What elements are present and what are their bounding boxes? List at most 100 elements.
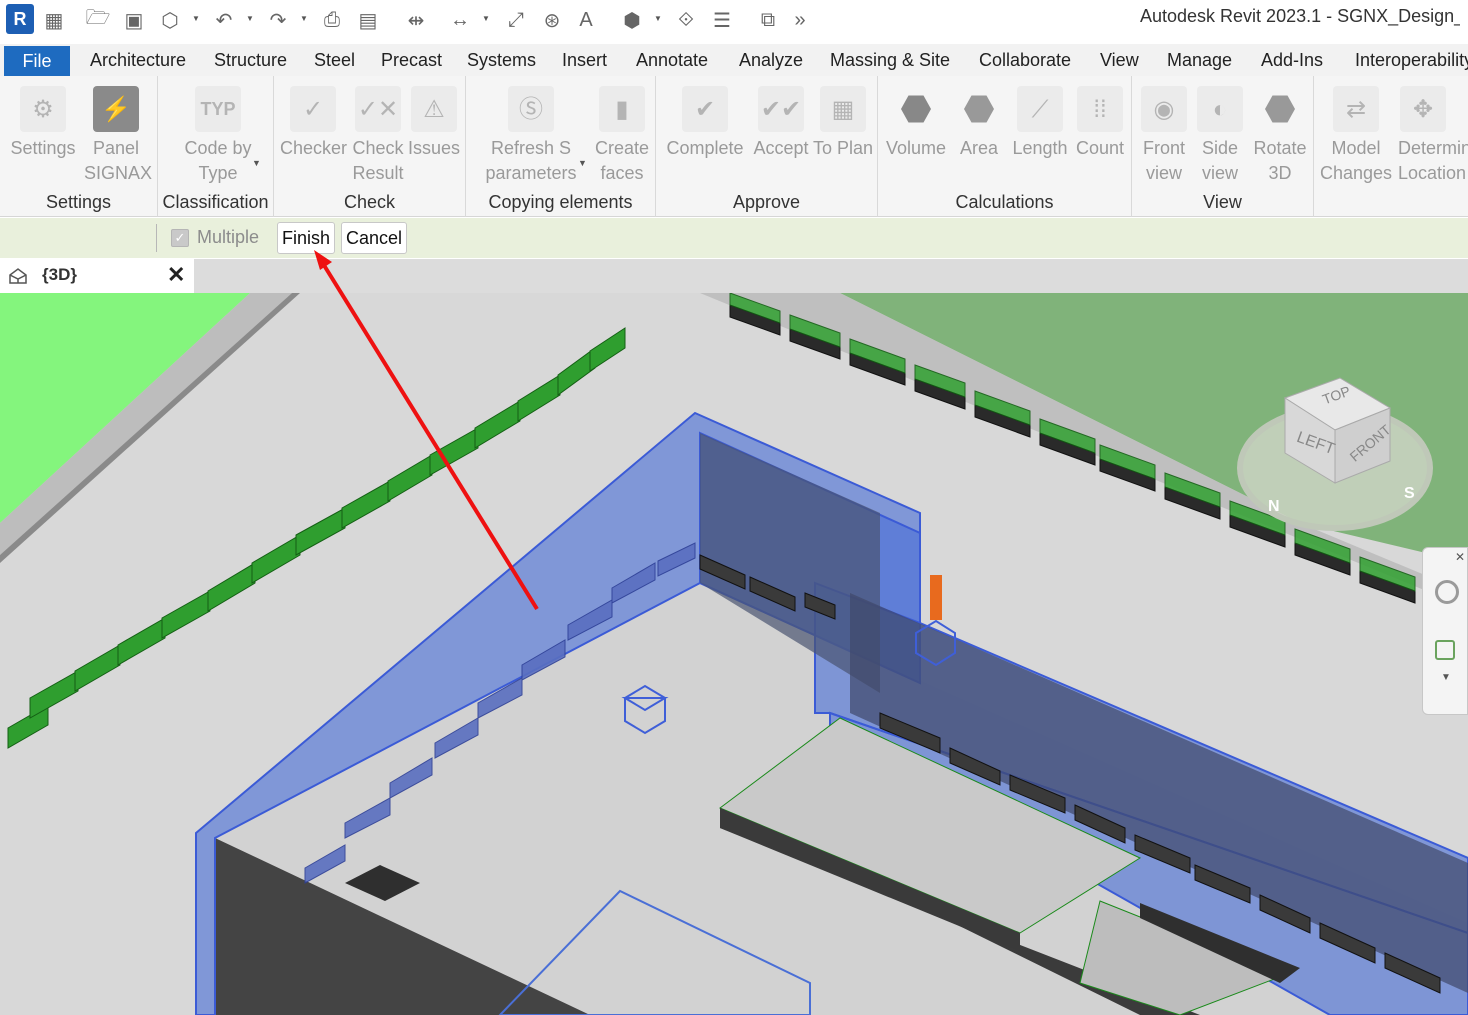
tab-annotate[interactable]: Annotate xyxy=(636,44,708,76)
cancel-button[interactable]: Cancel xyxy=(341,222,408,254)
tag-icon[interactable]: ⊛ xyxy=(540,8,564,32)
code-by-type-label-1: Code by xyxy=(184,138,252,158)
3d-house-icon xyxy=(9,268,27,284)
view-tab-label: {3D} xyxy=(42,265,77,284)
front-view-button[interactable]: ◉ Front view xyxy=(1140,86,1188,186)
tab-manage[interactable]: Manage xyxy=(1167,44,1232,76)
chevron-down-icon[interactable]: ▼ xyxy=(246,14,254,24)
print-icon[interactable]: ⎙ xyxy=(320,8,344,32)
multiple-checkbox[interactable]: ✓ xyxy=(171,229,189,247)
chevron-down-icon[interactable]: ▼ xyxy=(578,158,587,168)
panel-signax-button[interactable]: ⚡ Panel SIGNAX xyxy=(84,86,153,186)
determine-location-button[interactable]: ✥ Determin Location xyxy=(1398,86,1468,186)
tab-insert[interactable]: Insert xyxy=(562,44,607,76)
create-faces-button[interactable]: ▮ Create faces xyxy=(592,86,652,186)
aligned-dimension-icon[interactable]: ⤢ xyxy=(504,8,528,32)
volume-label: Volume xyxy=(885,138,947,158)
model-changes-label-2: Changes xyxy=(1320,163,1393,183)
panel-signax-label-1: Panel xyxy=(92,138,140,158)
sync-icon[interactable]: ⬡ xyxy=(158,8,182,32)
redo-icon[interactable]: ↷ xyxy=(266,8,290,32)
tab-view[interactable]: View xyxy=(1100,44,1139,76)
accept-button[interactable]: ✔✔ Accept xyxy=(748,86,814,161)
divider xyxy=(156,224,157,252)
chevron-down-icon[interactable]: ▼ xyxy=(1441,672,1451,683)
view-tab-3d[interactable]: {3D} ✕ xyxy=(0,259,194,293)
3d-model-scene[interactable] xyxy=(0,293,1468,1015)
3d-viewport[interactable]: TOP LEFT FRONT N S ✕ ▼ xyxy=(0,293,1468,1015)
calendar-icon: ▦ xyxy=(820,86,866,132)
panel-signax-label-2: SIGNAX xyxy=(84,163,153,183)
compass-n-label[interactable]: N xyxy=(1268,498,1280,516)
issues-button[interactable]: ⚠ Issues xyxy=(408,86,460,161)
options-bar: ✓ Multiple Finish Cancel xyxy=(0,218,1468,258)
view-panel-title: View xyxy=(1203,192,1242,212)
measure-icon[interactable]: ⇹ xyxy=(404,8,428,32)
chevron-down-icon[interactable]: ▼ xyxy=(252,158,261,168)
code-by-type-label-2: Type xyxy=(198,163,238,183)
checker-button[interactable]: ✓ Checker xyxy=(280,86,347,161)
model-changes-button[interactable]: ⇄ Model Changes xyxy=(1320,86,1392,186)
side-view-label-1: Side xyxy=(1201,138,1239,158)
side-view-button[interactable]: ◐ Side view xyxy=(1196,86,1244,186)
open-icon[interactable]: 🗁 xyxy=(86,7,111,32)
area-button[interactable]: Area xyxy=(954,86,1004,161)
navigation-bar: ✕ ▼ xyxy=(1422,547,1468,715)
text-icon[interactable]: A xyxy=(574,8,598,32)
undo-icon[interactable]: ↶ xyxy=(212,8,236,32)
view-tab-bar: {3D} ✕ xyxy=(0,259,1468,293)
check-result-button[interactable]: ✓✕ Check Result xyxy=(350,86,406,186)
complete-button[interactable]: ✔ Complete xyxy=(662,86,748,161)
compass-s-label[interactable]: S xyxy=(1404,485,1415,503)
tab-steel[interactable]: Steel xyxy=(314,44,355,76)
create-faces-label-2: faces xyxy=(600,163,644,183)
dimension-icon[interactable]: ↔ xyxy=(448,8,472,32)
overflow-icon[interactable]: » xyxy=(788,8,812,32)
steering-wheel-icon[interactable] xyxy=(1435,580,1459,604)
close-icon[interactable]: ✕ xyxy=(167,262,185,288)
chevron-down-icon[interactable]: ▼ xyxy=(300,14,308,24)
home-icon[interactable]: ▦ xyxy=(42,8,66,32)
chevron-down-icon[interactable]: ▼ xyxy=(482,14,490,24)
length-label: Length xyxy=(1012,138,1068,158)
to-plan-button[interactable]: ▦ To Plan xyxy=(812,86,874,161)
tab-precast[interactable]: Precast xyxy=(381,44,442,76)
thin-lines-icon[interactable]: ☰ xyxy=(710,8,734,32)
tab-systems[interactable]: Systems xyxy=(467,44,536,76)
tab-massing-site[interactable]: Massing & Site xyxy=(830,44,950,76)
switch-windows-icon[interactable]: ⧉ xyxy=(756,8,780,32)
tab-collaborate[interactable]: Collaborate xyxy=(979,44,1071,76)
length-button[interactable]: ⟋ Length xyxy=(1010,86,1070,161)
tab-structure[interactable]: Structure xyxy=(214,44,287,76)
close-icon[interactable]: ✕ xyxy=(1455,550,1465,564)
tab-file[interactable]: File xyxy=(4,46,70,76)
finish-button[interactable]: Finish xyxy=(277,222,336,254)
zoom-icon[interactable] xyxy=(1435,640,1455,660)
tab-architecture[interactable]: Architecture xyxy=(90,44,186,76)
multiple-label: Multiple xyxy=(197,227,260,247)
approve-panel: ✔ Complete ✔✔ Accept ▦ To Plan Approve xyxy=(656,76,878,217)
rotate-3d-button[interactable]: Rotate 3D xyxy=(1252,86,1308,186)
save-icon[interactable]: ▣ xyxy=(122,8,146,32)
refresh-label-1: Refresh S xyxy=(490,138,572,158)
3d-view-icon[interactable]: ⬢ xyxy=(620,8,644,32)
section-icon[interactable]: ⟐ xyxy=(674,8,698,32)
count-button[interactable]: ⁞⁞ Count xyxy=(1074,86,1126,161)
chevron-down-icon[interactable]: ▼ xyxy=(192,14,200,24)
refresh-parameters-button[interactable]: Ⓢ Refresh S parameters xyxy=(484,86,578,186)
side-view-icon: ◐ xyxy=(1197,86,1243,132)
chevron-down-icon[interactable]: ▼ xyxy=(654,14,662,24)
complete-label: Complete xyxy=(666,138,744,158)
tab-interoperability[interactable]: Interoperability xyxy=(1355,44,1468,76)
refresh-s-icon: Ⓢ xyxy=(508,86,554,132)
revit-logo-icon[interactable]: R xyxy=(6,4,34,34)
tab-analyze[interactable]: Analyze xyxy=(739,44,803,76)
area-icon xyxy=(956,86,1002,132)
volume-button[interactable]: Volume xyxy=(884,86,948,161)
tab-add-ins[interactable]: Add-Ins xyxy=(1261,44,1323,76)
code-by-type-button[interactable]: TYP Code by Type xyxy=(178,86,258,186)
calculations-panel-title: Calculations xyxy=(955,192,1054,212)
settings-button[interactable]: ⚙ Settings xyxy=(10,86,76,161)
ribbon-tab-bar: File Architecture Structure Steel Precas… xyxy=(0,44,1468,76)
pdf-export-icon[interactable]: ▤ xyxy=(356,8,380,32)
